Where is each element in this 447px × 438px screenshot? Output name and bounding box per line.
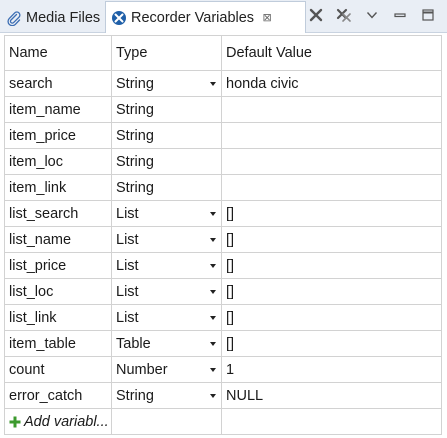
variable-name-cell[interactable]: list_price bbox=[4, 252, 112, 279]
default-value-cell[interactable]: 1 bbox=[221, 356, 442, 383]
variable-type-value: String bbox=[116, 153, 154, 170]
table-row[interactable]: item_link String bbox=[4, 174, 442, 201]
table-row[interactable]: item_name String bbox=[4, 96, 442, 123]
tab-bar: Media Files Recorder Variables ⊠ bbox=[0, 0, 447, 33]
variable-type-value: List bbox=[116, 283, 139, 300]
table-row[interactable]: search String honda civic bbox=[4, 70, 442, 97]
dropdown-arrow-icon[interactable] bbox=[210, 263, 216, 268]
table-row[interactable]: item_table Table [] bbox=[4, 330, 442, 357]
dropdown-arrow-icon[interactable] bbox=[210, 315, 216, 320]
table-row[interactable]: list_name List [] bbox=[4, 226, 442, 253]
variable-type-select[interactable]: Number bbox=[111, 356, 222, 383]
variable-name-cell[interactable]: item_loc bbox=[4, 148, 112, 175]
default-value-cell[interactable] bbox=[221, 174, 442, 201]
variable-name-cell[interactable]: item_link bbox=[4, 174, 112, 201]
variable-type-value: String bbox=[116, 127, 154, 144]
view-toolbar bbox=[305, 4, 439, 26]
default-value-cell[interactable]: [] bbox=[221, 226, 442, 253]
default-value-cell[interactable]: [] bbox=[221, 200, 442, 227]
maximize-icon[interactable] bbox=[417, 4, 439, 26]
variable-name-cell[interactable]: list_link bbox=[4, 304, 112, 331]
table-row[interactable]: list_price List [] bbox=[4, 252, 442, 279]
variable-type-value: Table bbox=[116, 335, 151, 352]
add-variable-row: Add variabl... bbox=[4, 408, 442, 435]
variable-type-value: List bbox=[116, 257, 139, 274]
variable-name-cell[interactable]: item_name bbox=[4, 96, 112, 123]
variable-type-select[interactable]: String bbox=[111, 148, 222, 175]
variable-type-value: String bbox=[116, 101, 154, 118]
table-row[interactable]: list_search List [] bbox=[4, 200, 442, 227]
default-value-cell[interactable] bbox=[221, 148, 442, 175]
column-header-default-value[interactable]: Default Value bbox=[221, 35, 442, 71]
add-plus-icon bbox=[9, 416, 21, 428]
variable-type-select[interactable]: List bbox=[111, 226, 222, 253]
table-row[interactable]: error_catch String NULL bbox=[4, 382, 442, 409]
column-header-type[interactable]: Type bbox=[111, 35, 222, 71]
close-all-icon[interactable] bbox=[333, 4, 355, 26]
dropdown-arrow-icon[interactable] bbox=[210, 341, 216, 346]
close-x-icon[interactable] bbox=[305, 4, 327, 26]
default-value-cell[interactable] bbox=[221, 96, 442, 123]
variable-type-select[interactable]: List bbox=[111, 252, 222, 279]
variable-type-select[interactable]: String bbox=[111, 382, 222, 409]
variable-type-select[interactable]: List bbox=[111, 304, 222, 331]
variable-type-value: String bbox=[116, 75, 154, 92]
add-variable-button[interactable]: Add variabl... bbox=[4, 408, 112, 435]
tab-recorder-variables-label: Recorder Variables bbox=[131, 9, 255, 26]
default-value-cell[interactable]: [] bbox=[221, 304, 442, 331]
variable-type-select[interactable]: String bbox=[111, 174, 222, 201]
variable-type-value: List bbox=[116, 205, 139, 222]
variable-type-select[interactable]: List bbox=[111, 200, 222, 227]
dropdown-arrow-icon[interactable] bbox=[210, 237, 216, 242]
tab-media-files[interactable]: Media Files bbox=[0, 2, 105, 33]
column-header-name[interactable]: Name bbox=[4, 35, 112, 71]
paperclip-icon bbox=[6, 10, 22, 26]
variable-type-select[interactable]: String bbox=[111, 70, 222, 97]
tab-media-files-label: Media Files bbox=[26, 9, 101, 26]
variable-type-select[interactable]: Table bbox=[111, 330, 222, 357]
variable-type-value: List bbox=[116, 231, 139, 248]
default-value-cell[interactable]: [] bbox=[221, 330, 442, 357]
variable-type-select[interactable]: String bbox=[111, 122, 222, 149]
variable-name-cell[interactable]: list_loc bbox=[4, 278, 112, 305]
empty-cell bbox=[221, 408, 442, 435]
variables-table: Name Type Default Value search String hond… bbox=[4, 35, 442, 435]
tab-recorder-variables[interactable]: Recorder Variables ⊠ bbox=[105, 1, 306, 33]
variable-name-cell[interactable]: search bbox=[4, 70, 112, 97]
variable-name-cell[interactable]: count bbox=[4, 356, 112, 383]
variable-name-cell[interactable]: item_price bbox=[4, 122, 112, 149]
table-row[interactable]: list_loc List [] bbox=[4, 278, 442, 305]
dropdown-arrow-icon[interactable] bbox=[210, 289, 216, 294]
variable-type-value: Number bbox=[116, 361, 168, 378]
variable-name-cell[interactable]: list_search bbox=[4, 200, 112, 227]
table-row[interactable]: count Number 1 bbox=[4, 356, 442, 383]
add-variable-label: Add variabl... bbox=[24, 413, 109, 430]
table-header-row: Name Type Default Value bbox=[4, 35, 442, 71]
default-value-cell[interactable] bbox=[221, 122, 442, 149]
dropdown-arrow-icon[interactable] bbox=[210, 367, 216, 372]
minimize-icon[interactable] bbox=[389, 4, 411, 26]
view-menu-chevron-icon[interactable] bbox=[361, 4, 383, 26]
table-row[interactable]: item_price String bbox=[4, 122, 442, 149]
empty-cell bbox=[111, 408, 222, 435]
variable-type-select[interactable]: String bbox=[111, 96, 222, 123]
dropdown-arrow-icon[interactable] bbox=[210, 393, 216, 398]
default-value-cell[interactable]: honda civic bbox=[221, 70, 442, 97]
variable-type-value: String bbox=[116, 179, 154, 196]
dropdown-arrow-icon[interactable] bbox=[210, 81, 216, 86]
default-value-cell[interactable]: NULL bbox=[221, 382, 442, 409]
variable-type-value: List bbox=[116, 309, 139, 326]
tab-close-icon[interactable]: ⊠ bbox=[260, 11, 274, 25]
variable-type-value: String bbox=[116, 387, 154, 404]
variable-name-cell[interactable]: list_name bbox=[4, 226, 112, 253]
dropdown-arrow-icon[interactable] bbox=[210, 211, 216, 216]
recorder-variables-icon bbox=[111, 10, 127, 26]
variable-name-cell[interactable]: error_catch bbox=[4, 382, 112, 409]
variable-name-cell[interactable]: item_table bbox=[4, 330, 112, 357]
table-row[interactable]: item_loc String bbox=[4, 148, 442, 175]
variable-type-select[interactable]: List bbox=[111, 278, 222, 305]
default-value-cell[interactable]: [] bbox=[221, 252, 442, 279]
default-value-cell[interactable]: [] bbox=[221, 278, 442, 305]
table-row[interactable]: list_link List [] bbox=[4, 304, 442, 331]
